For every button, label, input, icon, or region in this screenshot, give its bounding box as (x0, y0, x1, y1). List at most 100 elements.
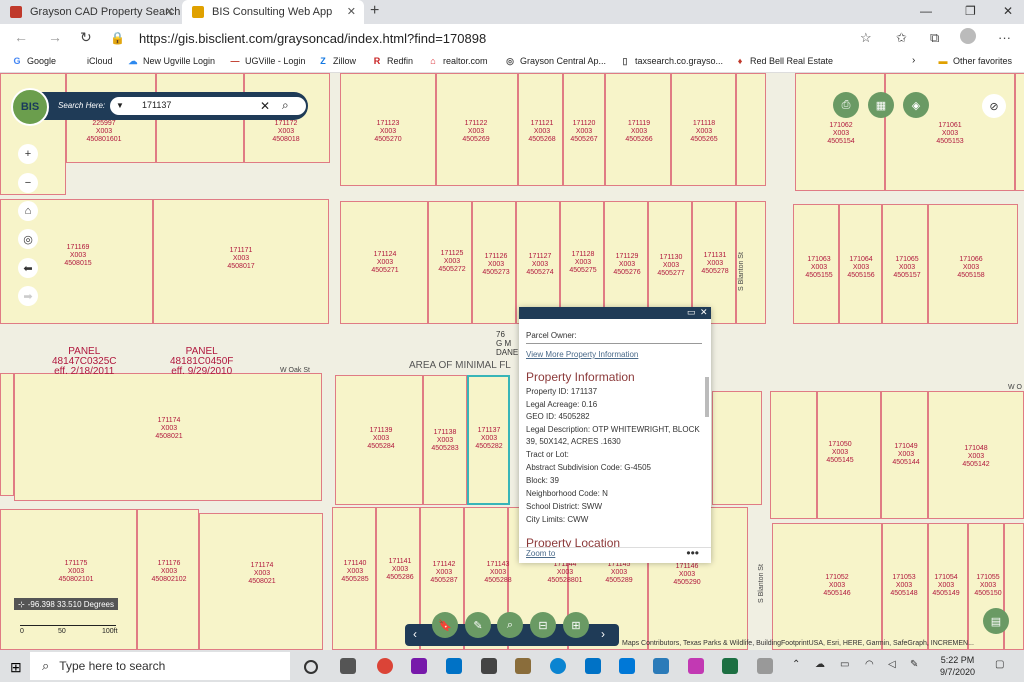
task-view-icon[interactable] (340, 658, 356, 674)
search-value: 171137 (142, 100, 172, 110)
parcel-popup: ▭ ✕ Parcel Owner: View More Property Inf… (519, 307, 711, 563)
chrome-icon[interactable] (377, 658, 393, 674)
favorite-redfin[interactable]: R Redfin (372, 56, 413, 66)
taskbar-search[interactable]: ⌕ Type here to search (30, 652, 290, 680)
favorite-taxsearch[interactable]: ▯ taxsearch.co.grayso... (620, 56, 724, 67)
parcel[interactable] (0, 373, 14, 496)
wifi-icon[interactable]: ◠ (865, 659, 874, 670)
chevron-left-icon[interactable]: ‹ (413, 627, 417, 641)
cortana-icon[interactable] (304, 660, 318, 674)
back-extent-icon[interactable]: ⬅ (18, 258, 38, 278)
clear-icon[interactable]: ✕ (260, 99, 270, 113)
tab-bis-consulting[interactable]: BIS Consulting Web App ✕ (182, 0, 364, 24)
more-options-icon[interactable]: ••• (686, 546, 699, 560)
close-icon[interactable]: ✕ (700, 307, 708, 318)
forward-icon[interactable]: → (48, 29, 62, 45)
visibility-off-icon[interactable]: ⊘ (982, 94, 1006, 118)
parcel-label: 171140 X003 4505285 (341, 560, 369, 583)
basemap-grid-icon[interactable]: ▦ (868, 92, 894, 118)
parcel[interactable] (770, 391, 817, 519)
tab-grayson-cad[interactable]: Grayson CAD Property Search ✕ (0, 0, 182, 24)
street-label-w-oak: W Oak St (280, 367, 310, 374)
favorite-google[interactable]: G Google (12, 56, 56, 66)
favorites-list-icon[interactable]: ✩ (896, 30, 907, 46)
home-icon[interactable]: ⌂ (18, 201, 38, 221)
close-tab-icon[interactable]: ✕ (347, 5, 356, 18)
parcel-label: 171146 X003 4505290 (673, 563, 701, 586)
layers-icon[interactable]: ◈ (903, 92, 929, 118)
restore-icon[interactable]: ❐ (965, 4, 976, 18)
parcel[interactable] (712, 391, 762, 505)
back-icon[interactable]: ← (14, 29, 28, 45)
excel-icon[interactable] (722, 658, 738, 674)
parcel[interactable] (1004, 523, 1024, 650)
parcel-owner-label: Parcel Owner: (526, 331, 577, 340)
collections-icon[interactable]: ⧉ (930, 30, 939, 46)
zoom-in-button[interactable]: + (18, 144, 38, 164)
print-icon[interactable]: ⎙ (833, 92, 859, 118)
url-field[interactable]: 🔒 https://gis.bisclient.com/graysoncad/i… (110, 27, 890, 49)
profile-avatar-icon[interactable] (960, 28, 976, 44)
table-icon[interactable]: ▤ (983, 608, 1009, 634)
new-tab-button[interactable]: + (370, 2, 379, 20)
favorite-star-icon[interactable]: ☆ (860, 30, 872, 46)
outlook-icon[interactable] (446, 658, 462, 674)
chevron-right-icon[interactable]: › (912, 55, 915, 66)
parcel-label: 171055 X003 4505150 (974, 574, 1002, 597)
favorite-ugville-login[interactable]: — UGVille - Login (230, 56, 306, 66)
search-label: Search Here: (58, 101, 106, 110)
popup-header: ▭ ✕ (519, 307, 711, 319)
volume-icon[interactable]: ◁ (888, 659, 896, 670)
bookmark-icon[interactable]: 🔖 (432, 612, 458, 638)
outlook-icon[interactable] (585, 658, 601, 674)
edge-icon[interactable] (550, 658, 566, 674)
add-icon[interactable]: ⊞ (563, 612, 589, 638)
parcel-label: 171061 X003 4505153 (936, 122, 964, 145)
map-canvas[interactable]: 171123 X003 4505270 171122 X003 4505269 1711… (0, 73, 1024, 650)
divider (526, 343, 702, 344)
favorite-realtor[interactable]: ⌂ realtor.com (428, 56, 487, 66)
maximize-icon[interactable]: ▭ (687, 307, 696, 318)
cloud-icon[interactable]: ☁ (815, 659, 825, 670)
search-area-icon[interactable]: ⌕ (497, 612, 523, 638)
app-icon[interactable] (757, 658, 773, 674)
forward-extent-icon[interactable]: ➡ (18, 286, 38, 306)
app-icon[interactable] (515, 658, 531, 674)
chevron-right-icon[interactable]: › (601, 627, 605, 641)
favorite-icloud[interactable]: iCloud (72, 56, 113, 66)
battery-icon[interactable]: ▭ (840, 659, 849, 670)
zoom-out-button[interactable]: − (18, 173, 38, 193)
parcel[interactable] (1015, 73, 1024, 191)
chevron-up-icon[interactable]: ⌃ (792, 659, 800, 670)
search-icon[interactable]: ⌕ (282, 98, 289, 113)
store-icon[interactable] (481, 658, 497, 674)
minimize-icon[interactable]: — (920, 4, 932, 18)
locate-icon[interactable]: ◎ (18, 229, 38, 249)
close-tab-icon[interactable]: ✕ (165, 5, 174, 18)
refresh-icon[interactable]: ↻ (80, 29, 92, 46)
pen-icon[interactable]: ✎ (910, 659, 918, 670)
crosshair-icon: ⊹ (18, 599, 25, 609)
favorite-zillow[interactable]: Z Zillow (318, 56, 356, 66)
close-window-icon[interactable]: ✕ (1003, 4, 1013, 18)
favorite-grayson-central[interactable]: ◎ Grayson Central Ap... (505, 56, 606, 67)
popup-scrollbar[interactable] (705, 377, 709, 417)
chevron-down-icon[interactable]: ▼ (116, 101, 124, 110)
onenote-icon[interactable] (411, 658, 427, 674)
measure-icon[interactable]: ⊟ (530, 612, 556, 638)
favorite-new-ugville-login[interactable]: ☁ New Ugville Login (128, 56, 216, 67)
system-clock[interactable]: 5:22 PM 9/7/2020 (940, 654, 975, 678)
zoom-to-link[interactable]: Zoom to (526, 549, 555, 558)
notifications-icon[interactable]: ▢ (995, 659, 1004, 670)
mail-icon[interactable] (619, 658, 635, 674)
paint-icon[interactable] (688, 658, 704, 674)
other-favorites[interactable]: ▬ Other favorites (938, 56, 1013, 66)
draw-icon[interactable]: ✎ (465, 612, 491, 638)
windows-start-icon[interactable]: ⊞ (10, 659, 22, 676)
view-more-link[interactable]: View More Property Information (526, 350, 638, 359)
favorite-red-bell[interactable]: ♦ Red Bell Real Estate (735, 56, 833, 66)
search-input[interactable]: ▼ 171137 ✕ ⌕ (110, 97, 306, 115)
photos-icon[interactable] (653, 658, 669, 674)
more-menu-icon[interactable]: ··· (998, 30, 1011, 45)
parcel[interactable] (736, 73, 766, 186)
